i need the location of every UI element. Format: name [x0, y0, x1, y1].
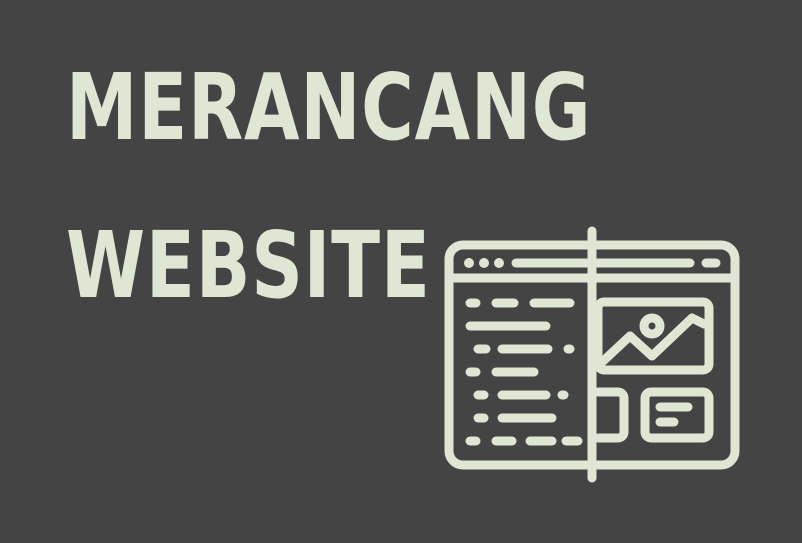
small-card-left — [593, 387, 629, 443]
code-lines — [465, 298, 583, 446]
mountain-shape — [595, 313, 709, 369]
sun-circle — [639, 313, 665, 339]
title-line-1: MERANCANG — [66, 54, 592, 161]
small-card-right — [640, 387, 714, 443]
browser-dots — [464, 258, 504, 268]
website-design-icon — [444, 226, 740, 483]
title-line-2: WEBSITE — [66, 212, 431, 319]
